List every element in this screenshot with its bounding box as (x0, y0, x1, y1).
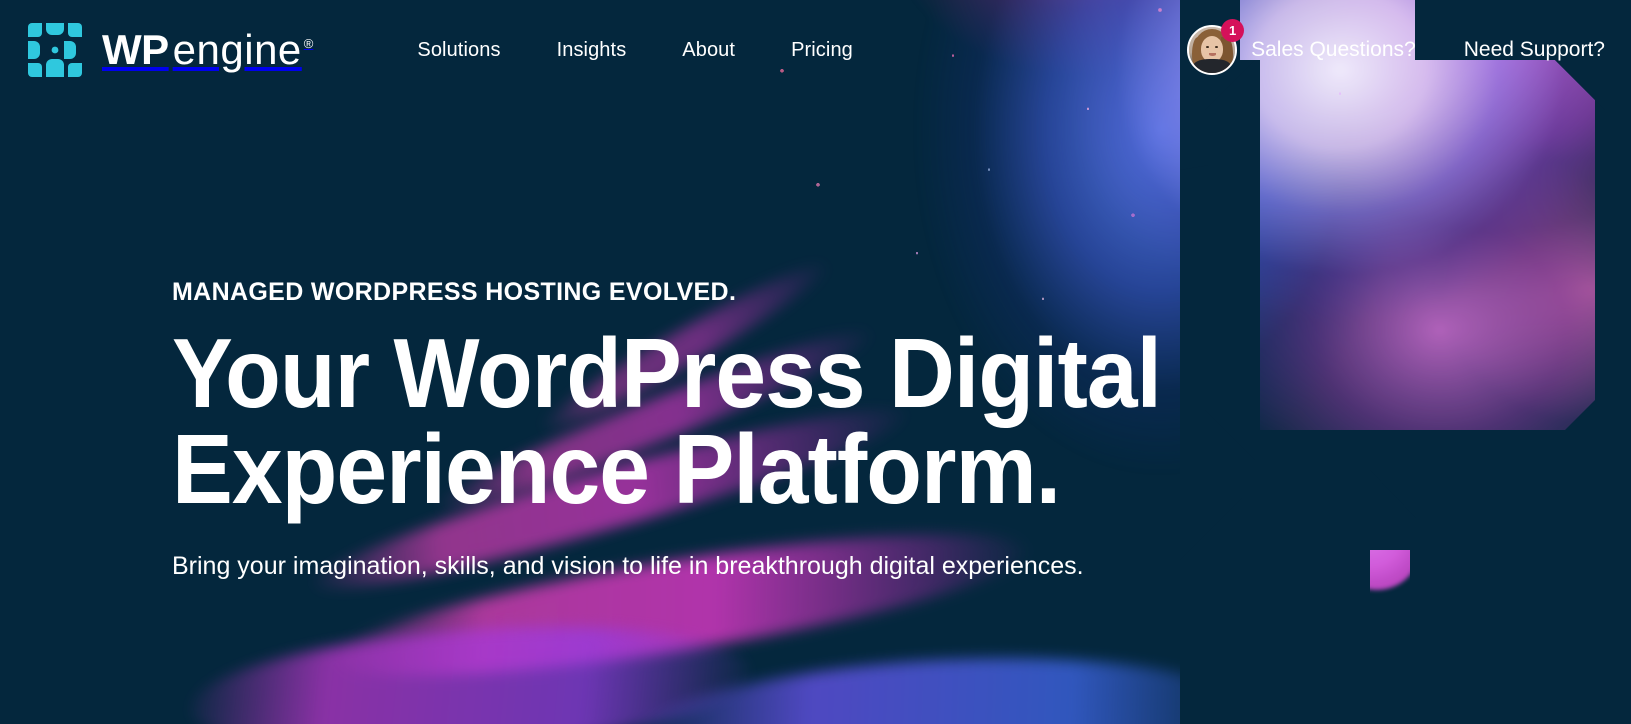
site-header: WP engine ® Solutions Insights About Prici… (0, 0, 1631, 100)
registered-mark: ® (303, 36, 314, 51)
brand-name-bold: WP (102, 26, 169, 73)
brand-wordmark: WP engine ® (102, 26, 313, 74)
hero-copy: MANAGED WORDPRESS HOSTING EVOLVED. Your … (172, 278, 1272, 585)
sales-avatar-wrap[interactable]: 1 (1187, 19, 1245, 75)
header-utility-area: 1 Sales Questions? Need Support? (1187, 19, 1605, 75)
nav-item-about[interactable]: About (682, 39, 735, 62)
headline-line-2: Experience Platform. (172, 414, 1061, 525)
headline-line-1: Your WordPress Digital (172, 318, 1162, 428)
page-title: Your WordPress Digital Experience Platfo… (172, 324, 1195, 518)
hero-subcopy: Bring your imagination, skills, and visi… (172, 552, 1084, 581)
brand-logo-link[interactable]: WP engine ® (26, 21, 313, 79)
sales-questions-link[interactable]: Sales Questions? (1251, 38, 1416, 62)
logo-center-dot-shape (1333, 502, 1421, 590)
hero-section: WP engine ® Solutions Insights About Prici… (0, 0, 1631, 724)
nav-item-solutions[interactable]: Solutions (417, 39, 500, 62)
brand-name-light: engine (172, 26, 302, 73)
nav-item-insights[interactable]: Insights (557, 39, 627, 62)
need-support-link[interactable]: Need Support? (1464, 38, 1605, 62)
hero-eyebrow: MANAGED WORDPRESS HOSTING EVOLVED. (172, 278, 737, 306)
wpengine-grid-mark-icon (28, 23, 82, 77)
nav-item-pricing[interactable]: Pricing (791, 39, 853, 62)
notification-badge: 1 (1221, 19, 1245, 42)
primary-navigation: Solutions Insights About Pricing (417, 39, 853, 62)
